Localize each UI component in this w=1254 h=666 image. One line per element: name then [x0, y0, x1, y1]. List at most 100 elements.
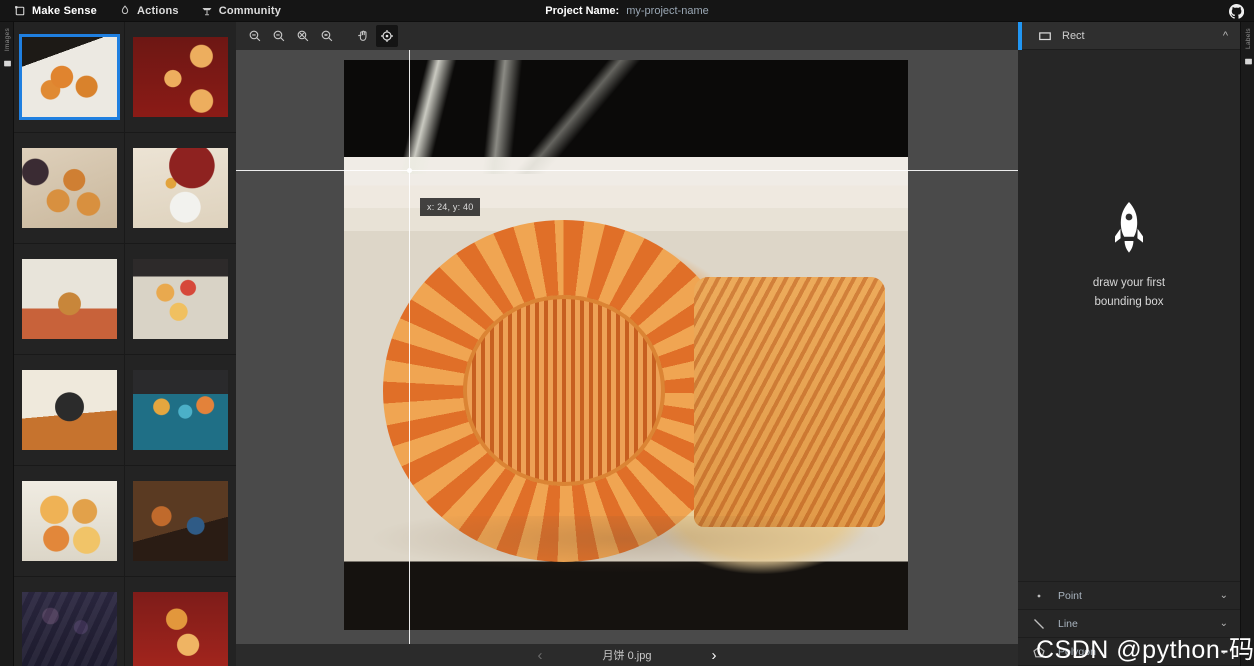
crosshair-horizontal-line [236, 170, 1018, 171]
thumbnail-image [22, 481, 117, 561]
right-edge-tab-strip: Labels [1240, 22, 1254, 666]
point-icon [1032, 590, 1046, 602]
canvas-stage[interactable]: x: 24, y: 40 [236, 50, 1018, 644]
thumbnail-item[interactable] [14, 577, 125, 666]
next-image-button[interactable]: › [711, 648, 716, 663]
empty-state-line-1: draw your first [1093, 274, 1165, 293]
active-tool-accent-bar [1018, 22, 1022, 50]
cursor-coordinate-tooltip: x: 24, y: 40 [420, 198, 480, 216]
zoom-out-alt-button[interactable] [268, 25, 290, 47]
thumbnail-scene [22, 370, 117, 450]
thumbnail-image [133, 148, 228, 228]
project-name-label: Project Name: [545, 5, 619, 17]
chevron-down-icon-line[interactable]: ⌄ [1220, 618, 1228, 629]
rocket-icon [1107, 200, 1151, 256]
image-thumbnail-sidebar[interactable] [14, 22, 236, 666]
thumbnail-image [22, 37, 117, 117]
thumbnail-image [133, 481, 228, 561]
thumbnail-item[interactable] [14, 355, 125, 466]
nav-label-make-sense: Make Sense [32, 5, 97, 17]
crosshair-center-dot [407, 168, 412, 173]
thumbnail-item[interactable] [14, 22, 125, 133]
thumbnail-scene [22, 37, 117, 117]
tool-row-point[interactable]: Point ⌄ [1018, 582, 1240, 610]
zoom-fit-button[interactable] [292, 25, 314, 47]
rect-tool-label: Rect [1062, 30, 1213, 42]
thumbnail-scene [133, 148, 228, 228]
thumbnail-scene [22, 592, 117, 666]
thumbnail-image [133, 592, 228, 666]
image-subject-mooncake-front [383, 220, 744, 562]
crosshair-vertical-line [409, 50, 410, 644]
thumbnail-scene [133, 481, 228, 561]
empty-state-text: draw your first bounding box [1093, 274, 1165, 312]
project-name-value[interactable]: my-project-name [626, 5, 709, 17]
nav-item-actions[interactable]: Actions [119, 5, 179, 17]
right-edge-tab-label[interactable]: Labels [1245, 28, 1252, 49]
image-subject-mooncake-back [694, 277, 886, 528]
image-navigation-bar: ‹ 月饼 0.jpg › [236, 644, 1018, 666]
chevron-down-icon-point[interactable]: ⌄ [1220, 590, 1228, 601]
image-highlight-streaks [344, 60, 908, 174]
nav-item-make-sense[interactable]: Make Sense [14, 5, 97, 17]
labels-side-panel: Rect ^ draw your first bounding box [1018, 22, 1240, 666]
crosshair-target-button[interactable] [376, 25, 398, 47]
thumbnail-item[interactable] [14, 244, 125, 355]
zoom-out-button[interactable] [244, 25, 266, 47]
zoom-max-button[interactable] [316, 25, 338, 47]
annotated-image[interactable] [344, 60, 908, 630]
tool-label-line: Line [1058, 618, 1208, 630]
thumbnail-scene [22, 259, 117, 339]
flame-icon [119, 5, 131, 17]
current-file-name: 月饼 0.jpg [603, 647, 652, 663]
tool-label-polygon: Polygon [1058, 646, 1208, 658]
previous-image-button[interactable]: ‹ [538, 648, 543, 663]
tool-row-line[interactable]: Line ⌄ [1018, 610, 1240, 638]
thumbnail-scene [22, 481, 117, 561]
thumbnail-image [22, 259, 117, 339]
thumbnail-scene [133, 37, 228, 117]
thumbnail-scene [133, 370, 228, 450]
app-logo-icon [14, 5, 26, 17]
chevron-down-icon-polygon[interactable]: ⌄ [1220, 646, 1228, 657]
left-edge-tab-strip: Images [0, 22, 14, 666]
thumbnail-item[interactable] [125, 22, 236, 133]
empty-state-line-2: bounding box [1093, 293, 1165, 312]
thumbnail-image [133, 259, 228, 339]
tool-label-point: Point [1058, 590, 1208, 602]
top-navigation-bar: Make Sense Actions Community Project Nam… [0, 0, 1254, 22]
nav-label-community: Community [219, 5, 281, 17]
thumbnail-item[interactable] [125, 355, 236, 466]
rect-icon [1038, 29, 1052, 43]
github-icon[interactable] [1229, 4, 1244, 19]
thumbnail-image [22, 370, 117, 450]
image-plate-shadow [367, 516, 886, 573]
line-icon [1032, 618, 1046, 630]
thumbnail-item[interactable] [14, 133, 125, 244]
thumbnail-image [133, 37, 228, 117]
thumbnail-image [22, 148, 117, 228]
rect-tool-header[interactable]: Rect ^ [1018, 22, 1240, 50]
images-icon[interactable] [3, 55, 12, 64]
annotation-canvas-area: x: 24, y: 40 ‹ 月饼 0.jpg › [236, 22, 1018, 666]
thumbnail-item[interactable] [125, 577, 236, 666]
labels-icon[interactable] [1244, 53, 1253, 62]
chevron-up-icon[interactable]: ^ [1223, 30, 1240, 42]
annotation-tool-list: Point ⌄ Line ⌄ Polygon ⌄ [1018, 581, 1240, 666]
community-icon [201, 5, 213, 17]
left-edge-tab-label[interactable]: Images [4, 28, 11, 51]
thumbnail-grid [14, 22, 236, 666]
thumbnail-item[interactable] [125, 244, 236, 355]
thumbnail-item[interactable] [14, 466, 125, 577]
thumbnail-item[interactable] [125, 133, 236, 244]
thumbnail-scene [133, 592, 228, 666]
thumbnail-image [133, 370, 228, 450]
thumbnail-item[interactable] [125, 466, 236, 577]
thumbnail-scene [133, 259, 228, 339]
empty-state-message: draw your first bounding box [1018, 50, 1240, 581]
nav-group: Make Sense Actions Community [0, 5, 281, 17]
pan-hand-button[interactable] [352, 25, 374, 47]
thumbnail-scene [22, 148, 117, 228]
tool-row-polygon[interactable]: Polygon ⌄ [1018, 638, 1240, 666]
nav-item-community[interactable]: Community [201, 5, 281, 17]
